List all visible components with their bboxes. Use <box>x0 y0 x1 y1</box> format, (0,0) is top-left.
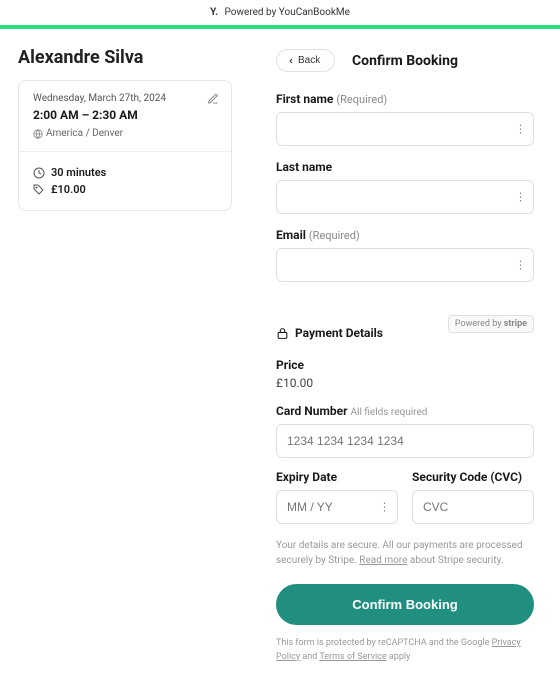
kebab-icon[interactable]: ⋮ <box>515 260 526 271</box>
legal-note: This form is protected by reCAPTCHA and … <box>276 637 534 664</box>
email-input[interactable] <box>276 248 534 282</box>
confirm-booking-button[interactable]: Confirm Booking <box>276 584 534 625</box>
cvc-label: Security Code (CVC) <box>412 470 534 484</box>
host-name: Alexandre Silva <box>18 47 232 68</box>
booking-timezone: America / Denver <box>33 128 217 139</box>
price-value: £10.00 <box>276 376 534 390</box>
clock-icon <box>33 167 45 179</box>
booking-summary-card: Wednesday, March 27th, 2024 2:00 AM – 2:… <box>18 80 232 211</box>
secure-note: Your details are secure. All our payment… <box>276 538 534 568</box>
cvc-input[interactable] <box>412 490 534 524</box>
email-label: Email (Required) <box>276 228 534 242</box>
payment-section-title: Payment Details <box>276 326 383 340</box>
kebab-icon[interactable]: ⋮ <box>379 502 390 513</box>
back-button[interactable]: Back <box>276 49 335 72</box>
page-title: Confirm Booking <box>352 53 458 69</box>
price-label: Price <box>276 358 534 372</box>
kebab-icon[interactable]: ⋮ <box>515 124 526 135</box>
stripe-badge: Powered by stripe <box>448 315 534 333</box>
booking-time: 2:00 AM – 2:30 AM <box>33 108 217 122</box>
powered-by-text: Powered by YouCanBookMe <box>225 7 350 18</box>
terms-link[interactable]: Terms of Service <box>319 652 386 662</box>
last-name-label: Last name <box>276 160 534 174</box>
globe-icon <box>33 129 43 139</box>
price-line: £10.00 <box>33 183 217 196</box>
booking-date: Wednesday, March 27th, 2024 <box>33 93 217 104</box>
lock-icon <box>276 327 289 340</box>
kebab-icon[interactable]: ⋮ <box>515 192 526 203</box>
first-name-label: First name (Required) <box>276 92 534 106</box>
last-name-input[interactable] <box>276 180 534 214</box>
edit-icon[interactable] <box>207 93 219 105</box>
tag-icon <box>33 184 45 196</box>
chevron-left-icon <box>287 57 295 65</box>
card-number-input[interactable] <box>276 424 534 458</box>
ycbm-logo-icon: Y. <box>210 7 218 18</box>
expiry-label: Expiry Date <box>276 470 398 484</box>
read-more-link[interactable]: Read more <box>359 555 407 566</box>
card-number-label: Card Number All fields required <box>276 404 534 418</box>
first-name-input[interactable] <box>276 112 534 146</box>
duration-line: 30 minutes <box>33 166 217 179</box>
top-bar: Y. Powered by YouCanBookMe <box>0 0 560 25</box>
